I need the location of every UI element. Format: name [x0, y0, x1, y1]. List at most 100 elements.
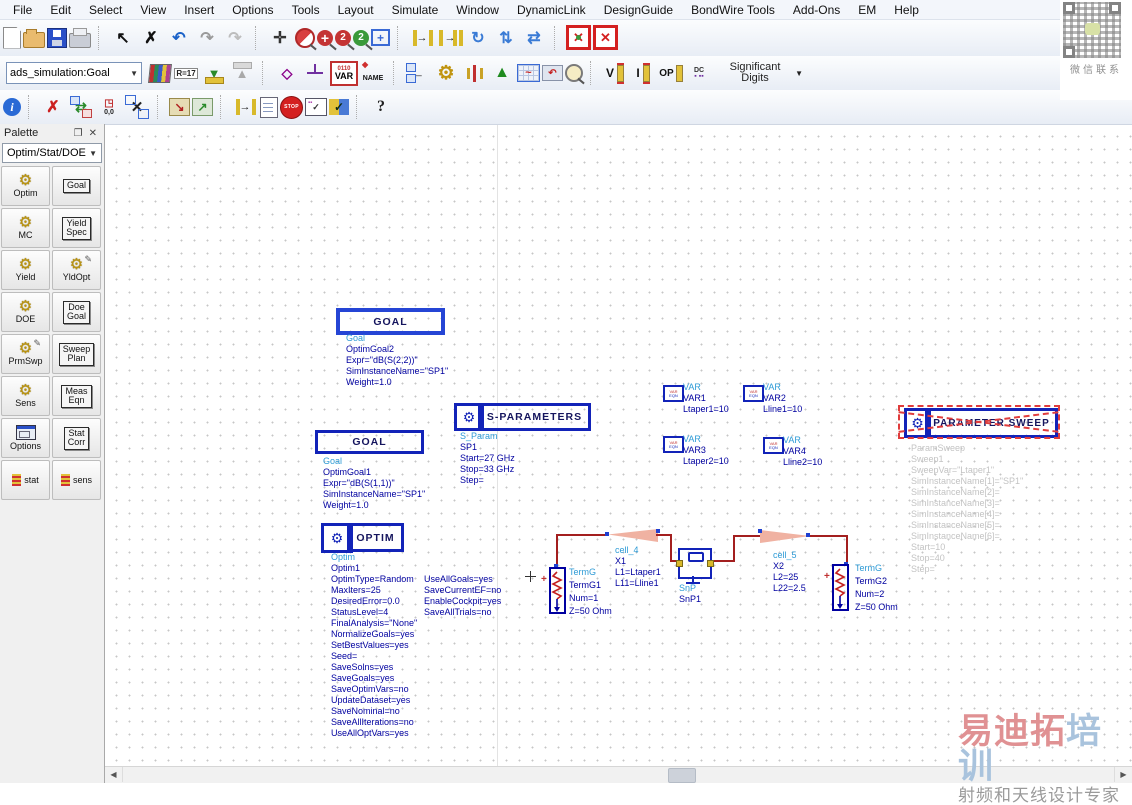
wire-name-icon[interactable]: NAME [360, 60, 386, 86]
goal2-params[interactable]: Goal OptimGoal2 Expr="dB(S(2,2))" SimInstan… [346, 333, 448, 388]
print-icon[interactable] [69, 28, 91, 48]
scroll-left-icon[interactable]: ◀ [105, 767, 123, 782]
palette-close-icon[interactable]: ✕ [86, 128, 100, 139]
termg2-symbol[interactable] [832, 564, 850, 612]
wire[interactable] [846, 535, 848, 565]
redo-icon[interactable]: ↷ [194, 25, 220, 51]
optim-titlebox[interactable]: OPTIM [347, 523, 404, 552]
pop-out-hierarchy-icon[interactable]: ↗ [192, 98, 213, 116]
undo-icon[interactable]: ↶ [166, 25, 192, 51]
search-icon[interactable] [565, 64, 583, 82]
mirror-horizontal-icon[interactable]: ⇄ [521, 25, 547, 51]
optimize-icon[interactable]: ▲ [489, 60, 515, 86]
palette-item-yldopt[interactable]: ⚙ YldOpt [52, 250, 101, 290]
info-icon[interactable]: i [3, 98, 21, 116]
optim-params-col1[interactable]: Optim Optim1 OptimType=Random MaxIters=25 De… [331, 552, 417, 739]
menu-layout[interactable]: Layout [329, 2, 383, 18]
menu-file[interactable]: File [4, 2, 41, 18]
termg2-params[interactable]: TermG TermG2 Num=2 Z=50 Ohm [855, 562, 898, 614]
palette-item-yield[interactable]: ⚙ Yield [1, 250, 50, 290]
cell4-params[interactable]: cell_4 X1 L1=Ltaper1 L11=Lline1 [615, 545, 661, 589]
new-design-icon[interactable] [3, 26, 21, 49]
insert-multi-wire-icon[interactable]: → [437, 24, 463, 51]
help-icon[interactable]: ? [368, 94, 394, 120]
select-cursor-icon[interactable]: ↖ [110, 25, 136, 51]
var-eqn-icon[interactable] [743, 385, 764, 402]
sparams-params[interactable]: S_Param SP1 Start=27 GHz Stop=33 GHz Step= [460, 431, 515, 486]
snp-params[interactable]: SnP SnP1 [679, 583, 701, 605]
palette-item-sens[interactable]: ⚙ Sens [1, 376, 50, 416]
wire[interactable] [556, 534, 609, 536]
simulation-status-icon[interactable]: ✓ [305, 98, 327, 116]
current-probe-icon[interactable]: I [630, 60, 656, 86]
significant-digits-button[interactable]: Significant Digits ▼ [719, 62, 803, 84]
menu-tools[interactable]: Tools [283, 2, 329, 18]
zoom-out-2x-icon[interactable]: 2 [353, 29, 369, 46]
set-origin-icon[interactable]: 0,0 [96, 94, 122, 120]
menu-bondwire-tools[interactable]: BondWire Tools [682, 2, 784, 18]
taper2-symbol[interactable] [760, 530, 810, 543]
netlist-viewer-icon[interactable] [260, 96, 278, 118]
menu-dynamiclink[interactable]: DynamicLink [508, 2, 595, 18]
wire[interactable] [733, 535, 735, 562]
menu-insert[interactable]: Insert [175, 2, 223, 18]
taper1-symbol[interactable] [608, 529, 658, 542]
menu-help[interactable]: Help [885, 2, 928, 18]
dc-annotation-icon[interactable]: DC [686, 60, 712, 86]
var-eqn-icon[interactable] [663, 385, 684, 402]
menu-window[interactable]: Window [447, 2, 508, 18]
mirror-vertical-icon[interactable]: ⇅ [493, 25, 519, 51]
design-check-icon[interactable]: ✓ [329, 99, 349, 115]
snp-symbol[interactable] [676, 548, 714, 579]
pan-view-icon[interactable]: ✛ [267, 25, 293, 51]
insert-port-icon[interactable]: ◇ [274, 60, 300, 86]
insert-var-icon[interactable]: 0110 VAR [330, 60, 358, 86]
menu-select[interactable]: Select [80, 2, 131, 18]
export-component-icon[interactable]: ▲ [229, 60, 255, 86]
tune-parameters-icon[interactable] [461, 60, 487, 86]
insert-component-icon[interactable]: ▼ [201, 60, 227, 86]
psweep-params[interactable]: ParamSweep Sweep1 SweepVar="Ltaper1" SimIns… [911, 443, 1023, 575]
palette-item-yield-spec[interactable]: Yield Spec [52, 208, 101, 248]
zoom-selection-icon[interactable]: + [371, 29, 390, 46]
wire[interactable] [808, 535, 848, 537]
cell5-params[interactable]: cell_5 X2 L2=25 L22=2.5 [773, 550, 806, 594]
var-eqn-icon[interactable] [763, 437, 784, 454]
simulation-settings-icon[interactable]: ⚙ [433, 60, 459, 86]
palette-item-prmswp[interactable]: ⚙ PrmSwp [1, 334, 50, 374]
goal1-component-titlebox[interactable]: GOAL [315, 430, 424, 454]
voltage-probe-icon[interactable]: V [602, 60, 628, 86]
op-probe-icon[interactable]: OP [658, 60, 684, 86]
wire[interactable] [733, 535, 762, 537]
menu-simulate[interactable]: Simulate [383, 2, 448, 18]
palette-item-optim[interactable]: ⚙ Optim [1, 166, 50, 206]
swap-component-icon[interactable]: ⇄ [68, 94, 94, 120]
schematic-canvas[interactable]: GOAL Goal OptimGoal2 Expr="dB(S(2,2))" SimI… [105, 124, 1132, 767]
deactivate-part-icon[interactable]: ✗ [40, 94, 66, 120]
palette-item-doe-goal[interactable]: Doe Goal [52, 292, 101, 332]
termg1-symbol[interactable] [549, 567, 567, 615]
wire[interactable] [670, 534, 672, 561]
palette-item-meas-eqn[interactable]: Meas Eqn [52, 376, 101, 416]
deactivate-component-icon[interactable]: ✕ [566, 25, 591, 50]
palette-item-sens[interactable]: sens [52, 460, 101, 500]
push-into-hierarchy-icon[interactable]: ↘ [169, 98, 190, 116]
palette-item-options[interactable]: Options [1, 418, 50, 458]
wire[interactable] [556, 534, 558, 568]
undo-history-icon[interactable]: ↷ [222, 25, 248, 51]
netlist-include-icon[interactable]: ← [405, 60, 431, 86]
menu-designguide[interactable]: DesignGuide [595, 2, 682, 18]
menu-add-ons[interactable]: Add-Ons [784, 2, 849, 18]
zoom-in-2x-icon[interactable]: 2 [335, 29, 351, 46]
palette-item-stat[interactable]: stat [1, 460, 50, 500]
deactivate-short-component-icon[interactable]: ✕ [593, 25, 618, 50]
termg1-params[interactable]: TermG TermG1 Num=1 Z=50 Ohm [569, 566, 612, 618]
save-design-icon[interactable] [47, 27, 67, 48]
stop-simulation-icon[interactable]: STOP [280, 95, 303, 119]
goal1-params[interactable]: Goal OptimGoal1 Expr="dB(S(1,1))" SimInstan… [323, 456, 425, 511]
palette-item-goal[interactable]: Goal [52, 166, 101, 206]
menu-view[interactable]: View [131, 2, 175, 18]
clear-selection-icon[interactable]: ✕ [124, 94, 150, 120]
zoom-in-icon[interactable]: + [317, 29, 333, 46]
palette-item-doe[interactable]: ⚙ DOE [1, 292, 50, 332]
